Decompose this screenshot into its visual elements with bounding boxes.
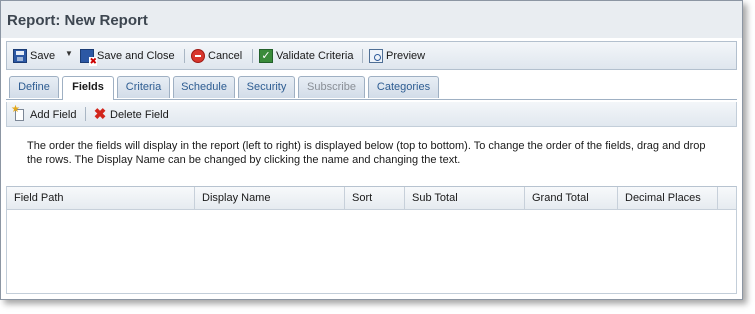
tab-criteria[interactable]: Criteria [117,76,170,98]
page-title: Report: New Report [7,12,148,29]
preview-magnifier-icon [369,49,383,63]
floppy-disk-icon [13,49,27,63]
column-header-grand-total[interactable]: Grand Total [525,187,618,209]
delete-field-button[interactable]: ✖ Delete Field [93,107,169,123]
delete-field-label: Delete Field [110,109,169,121]
tab-fields[interactable]: Fields [62,76,114,100]
save-label: Save [30,50,56,62]
toolbar-separator [252,49,253,63]
column-header-display-name[interactable]: Display Name [195,187,345,209]
save-dropdown-arrow-icon[interactable]: ▼ [65,49,73,58]
tab-schedule[interactable]: Schedule [173,76,235,98]
save-button[interactable]: Save [13,48,55,64]
instructions-line-1: The order the fields will display in the… [27,140,706,152]
cancel-label: Cancel [208,50,243,62]
instructions-text: The order the fields will display in the… [27,139,737,167]
save-close-icon [80,49,97,66]
checkmark-icon: ✓ [259,49,273,63]
grid-header-row: Field Path Display Name Sort Sub Total G… [7,187,736,210]
column-header-sort[interactable]: Sort [345,187,405,209]
save-and-close-button[interactable]: Save and Close [80,48,175,66]
toolbar-separator [362,49,363,63]
fields-toolbar: Add Field ✖ Delete Field [6,102,737,127]
toolbar-separator [85,107,86,121]
add-field-label: Add Field [30,109,77,121]
preview-button[interactable]: Preview [369,48,425,64]
validate-criteria-button[interactable]: ✓ Validate Criteria [259,48,353,64]
add-field-icon [11,104,27,122]
tab-security[interactable]: Security [238,76,295,98]
column-header-decimal-places[interactable]: Decimal Places [618,187,718,209]
fields-grid: Field Path Display Name Sort Sub Total G… [6,186,737,294]
cancel-icon [191,49,205,63]
preview-label: Preview [386,50,426,62]
toolbar-separator [184,49,185,63]
save-and-close-label: Save and Close [97,50,175,62]
report-window: Report: New Report Save ▼ Save and Close… [0,0,743,300]
main-toolbar: Save ▼ Save and Close Cancel ✓ Validate … [6,41,737,70]
tab-subscribe: Subscribe [298,76,365,98]
validate-criteria-label: Validate Criteria [276,50,354,62]
tab-categories[interactable]: Categories [368,76,439,98]
delete-x-icon: ✖ [93,106,107,123]
add-field-button[interactable]: Add Field [11,104,77,123]
instructions-line-2: the rows. The Display Name can be change… [27,154,461,166]
report-tabs: Define Fields Criteria Schedule Security… [6,74,737,100]
column-header-sub-total[interactable]: Sub Total [405,187,525,209]
cancel-button[interactable]: Cancel [191,48,242,64]
tab-define[interactable]: Define [9,76,59,98]
title-bar: Report: New Report [1,1,742,38]
column-header-field-path[interactable]: Field Path [7,187,195,209]
